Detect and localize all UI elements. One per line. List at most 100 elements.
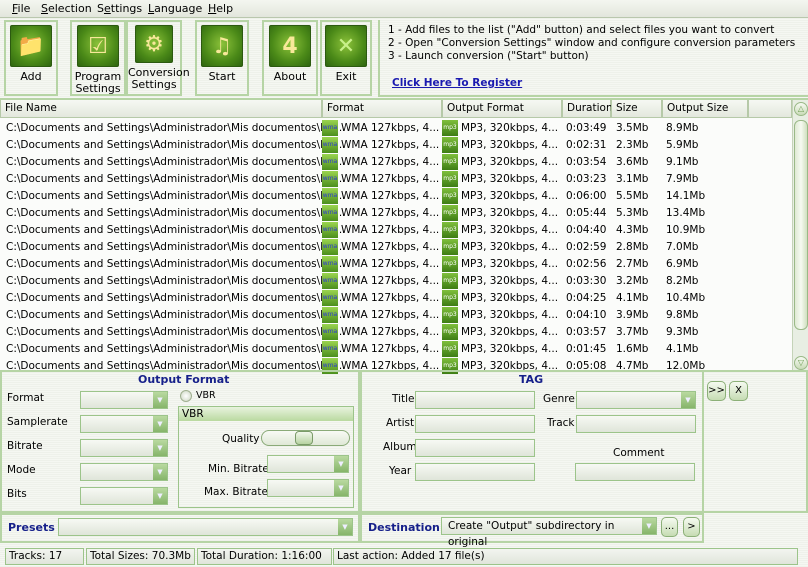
table-row[interactable]: C:\Documents and Settings\Administrador\… — [0, 290, 790, 307]
output-format-cell: MP3, 320kbps, 4... — [461, 156, 559, 168]
menu-language[interactable]: Language — [148, 2, 202, 15]
duration-cell: 0:02:59 — [566, 241, 607, 253]
title-input[interactable] — [415, 391, 535, 409]
format-select[interactable]: ▼ — [80, 391, 168, 409]
quality-slider[interactable] — [261, 430, 350, 446]
size-cell: 4.3Mb — [616, 224, 649, 236]
scroll-thumb[interactable] — [794, 120, 808, 330]
table-row[interactable]: C:\Documents and Settings\Administrador\… — [0, 341, 790, 358]
table-row[interactable]: C:\Documents and Settings\Administrador\… — [0, 256, 790, 273]
mp3-file-icon: mp3 — [442, 341, 458, 357]
comment-input[interactable] — [575, 463, 695, 481]
table-row[interactable]: C:\Documents and Settings\Administrador\… — [0, 188, 790, 205]
quality-slider-handle[interactable] — [295, 431, 314, 445]
bits-select[interactable]: ▼ — [80, 487, 168, 505]
size-cell: 3.6Mb — [616, 156, 649, 168]
file-name-cell: C:\Documents and Settings\Administrador\… — [6, 292, 346, 304]
column-header-output-format[interactable]: Output Format — [442, 100, 562, 118]
menu-selection[interactable]: Selection — [41, 2, 92, 15]
column-header-duration[interactable]: Duration — [562, 100, 613, 118]
table-row[interactable]: C:\Documents and Settings\Administrador\… — [0, 273, 790, 290]
format-label: Format — [7, 392, 45, 404]
mode-select[interactable]: ▼ — [80, 463, 168, 481]
vbr-checkbox-label: VBR — [196, 390, 216, 401]
menu-bar: File Selection Settings Language Help — [0, 0, 808, 18]
wma-file-icon: wma — [322, 256, 338, 272]
mode-label: Mode — [7, 464, 36, 476]
table-row[interactable]: C:\Documents and Settings\Administrador\… — [0, 137, 790, 154]
wma-file-icon: wma — [322, 239, 338, 255]
output-size-cell: 13.4Mb — [666, 207, 706, 219]
column-header-file-name[interactable]: File Name — [0, 100, 322, 118]
table-row[interactable]: C:\Documents and Settings\Administrador\… — [0, 222, 790, 239]
clear-tag-button[interactable]: X — [729, 381, 748, 401]
file-list: File Name Format Output Format Duration … — [0, 98, 808, 374]
title-label: Title — [392, 393, 415, 405]
destination-select[interactable]: Create "Output" subdirectory in original… — [441, 517, 657, 548]
mp3-file-icon: mp3 — [442, 222, 458, 238]
mp3-file-icon: mp3 — [442, 273, 458, 289]
table-row[interactable]: C:\Documents and Settings\Administrador\… — [0, 324, 790, 341]
artist-input[interactable] — [415, 415, 535, 433]
menu-help[interactable]: Help — [208, 2, 233, 15]
format-cell: WMA 127kbps, 4... — [341, 258, 440, 270]
add-folder-music-icon: 📁 — [10, 25, 52, 67]
format-cell: WMA 127kbps, 4... — [341, 190, 440, 202]
program-settings-button[interactable]: ☑ Program Settings — [70, 20, 126, 96]
output-format-cell: MP3, 320kbps, 4... — [461, 190, 559, 202]
year-input[interactable] — [415, 463, 535, 481]
vertical-scrollbar[interactable]: △ ▽ — [792, 100, 808, 372]
tag-title: TAG — [519, 373, 544, 386]
track-input[interactable] — [576, 415, 696, 433]
chevron-down-icon: ▼ — [334, 480, 348, 496]
start-button[interactable]: ♫ Start — [195, 20, 249, 96]
max-bitrate-select[interactable]: ▼ — [267, 479, 349, 497]
add-button[interactable]: 📁 Add — [4, 20, 58, 96]
output-format-cell: MP3, 320kbps, 4... — [461, 258, 559, 270]
column-header-format[interactable]: Format — [322, 100, 442, 118]
mp3-file-icon: mp3 — [442, 137, 458, 153]
scroll-down-icon[interactable]: ▽ — [794, 356, 808, 370]
bitrate-select[interactable]: ▼ — [80, 439, 168, 457]
table-row[interactable]: C:\Documents and Settings\Administrador\… — [0, 171, 790, 188]
samplerate-select[interactable]: ▼ — [80, 415, 168, 433]
genre-select[interactable]: ▼ — [576, 391, 696, 409]
column-header-size[interactable]: Size — [611, 100, 662, 118]
min-bitrate-select[interactable]: ▼ — [267, 455, 349, 473]
mp3-file-icon: mp3 — [442, 324, 458, 340]
open-destination-button[interactable]: > — [683, 517, 700, 537]
menu-file[interactable]: File — [12, 2, 30, 15]
column-header-output-size[interactable]: Output Size — [662, 100, 748, 118]
table-row[interactable]: C:\Documents and Settings\Administrador\… — [0, 239, 790, 256]
table-row[interactable]: C:\Documents and Settings\Administrador\… — [0, 307, 790, 324]
mp3-file-icon: mp3 — [442, 307, 458, 323]
output-size-cell: 14.1Mb — [666, 190, 706, 202]
file-name-cell: C:\Documents and Settings\Administrador\… — [6, 173, 346, 185]
format-cell: WMA 127kbps, 4... — [341, 173, 440, 185]
browse-button[interactable]: ... — [661, 517, 678, 537]
wma-file-icon: wma — [322, 290, 338, 306]
table-row[interactable]: C:\Documents and Settings\Administrador\… — [0, 154, 790, 171]
status-last-action: Last action: Added 17 file(s) — [333, 548, 798, 565]
about-button[interactable]: 4 About — [262, 20, 318, 96]
output-format-title: Output Format — [138, 373, 230, 386]
comment-label: Comment — [613, 447, 665, 459]
file-name-cell: C:\Documents and Settings\Administrador\… — [6, 122, 346, 134]
duration-cell: 0:01:45 — [566, 343, 607, 355]
table-row[interactable]: C:\Documents and Settings\Administrador\… — [0, 120, 790, 137]
status-total-sizes: Total Sizes: 70.3Mb — [86, 548, 195, 565]
mp3-file-icon: mp3 — [442, 205, 458, 221]
apply-tag-button[interactable]: >> — [707, 381, 726, 401]
presets-select[interactable]: ▼ — [58, 518, 353, 536]
vbr-checkbox[interactable] — [180, 390, 192, 402]
menu-settings[interactable]: Settings — [97, 2, 142, 15]
conversion-settings-button[interactable]: ⚙ Conversion Settings — [126, 20, 190, 96]
output-size-cell: 8.2Mb — [666, 275, 699, 287]
register-link[interactable]: Click Here To Register — [392, 77, 522, 89]
duration-cell: 0:02:31 — [566, 139, 607, 151]
wma-file-icon: wma — [322, 324, 338, 340]
exit-button[interactable]: ✕ Exit — [320, 20, 372, 96]
scroll-up-icon[interactable]: △ — [794, 102, 808, 116]
album-input[interactable] — [415, 439, 535, 457]
table-row[interactable]: C:\Documents and Settings\Administrador\… — [0, 205, 790, 222]
